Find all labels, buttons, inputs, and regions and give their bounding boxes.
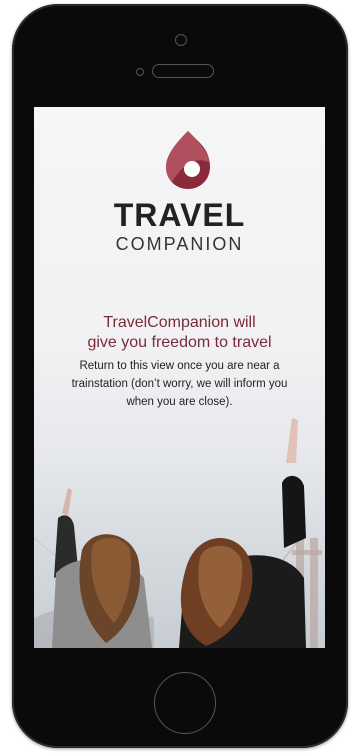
home-button[interactable]: [154, 672, 216, 734]
travel-companion-logo-icon: [166, 131, 210, 189]
app-screen: TRAVEL COMPANION TravelCompanion will gi…: [34, 107, 325, 648]
brand-title: TRAVEL: [113, 197, 246, 233]
description-line-2: trainstation (don’t worry, we will infor…: [71, 378, 288, 390]
sensor-icon: [136, 68, 144, 76]
brand-subtitle: COMPANION: [115, 234, 244, 254]
phone-frame: TRAVEL COMPANION TravelCompanion will gi…: [12, 4, 348, 748]
description-line-1: Return to this view once you are near a: [79, 360, 280, 372]
description-line-3: when you are close).: [126, 396, 233, 408]
headline-line-1: TravelCompanion will: [103, 314, 256, 331]
headline-line-2: give you freedom to travel: [87, 334, 272, 351]
onboarding-description: Return to this view once you are near a …: [44, 357, 315, 411]
speaker-grille-icon: [152, 64, 214, 78]
onboarding-headline: TravelCompanion will give you freedom to…: [44, 313, 315, 353]
travel-hero-image: [34, 418, 325, 648]
front-camera-icon: [175, 34, 187, 46]
